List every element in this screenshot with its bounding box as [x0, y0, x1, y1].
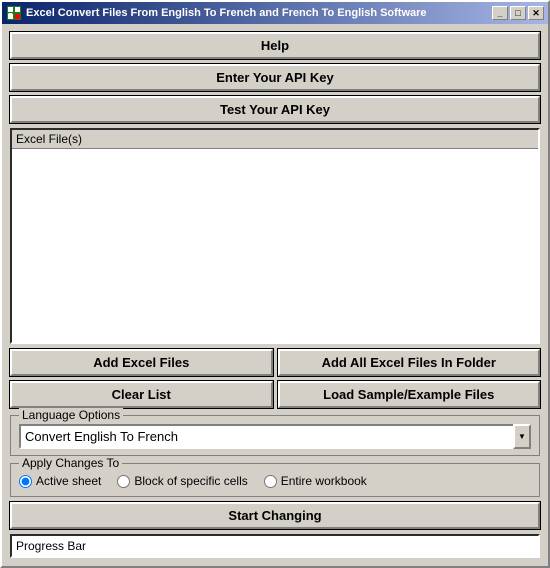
window-controls: _ □ ✕ — [492, 6, 544, 20]
entire-workbook-label: Entire workbook — [281, 474, 367, 488]
load-sample-button[interactable]: Load Sample/Example Files — [278, 381, 541, 408]
active-sheet-label: Active sheet — [36, 474, 101, 488]
file-list-header: Excel File(s) — [12, 130, 538, 149]
apply-changes-label: Apply Changes To — [19, 456, 122, 470]
clear-load-buttons-row: Clear List Load Sample/Example Files — [10, 381, 540, 408]
title-bar: E Excel Convert Files From English To Fr… — [2, 2, 548, 24]
file-list-container: Excel File(s) — [10, 128, 540, 344]
progress-bar-text: Progress Bar — [16, 539, 86, 553]
file-buttons-row: Add Excel Files Add All Excel Files In F… — [10, 349, 540, 376]
active-sheet-radio[interactable] — [19, 475, 32, 488]
entire-workbook-radio-label[interactable]: Entire workbook — [264, 474, 367, 488]
test-api-key-button[interactable]: Test Your API Key — [10, 96, 540, 123]
apply-changes-group: Apply Changes To Active sheet Block of s… — [10, 463, 540, 497]
title-text: Excel Convert Files From English To Fren… — [26, 7, 427, 19]
language-dropdown-container: Convert English To French Convert French… — [19, 424, 531, 449]
help-button[interactable]: Help — [10, 32, 540, 59]
apply-changes-radio-group: Active sheet Block of specific cells Ent… — [19, 472, 531, 490]
active-sheet-radio-label[interactable]: Active sheet — [19, 474, 101, 488]
language-dropdown[interactable]: Convert English To French Convert French… — [19, 424, 531, 449]
entire-workbook-radio[interactable] — [264, 475, 277, 488]
enter-api-key-button[interactable]: Enter Your API Key — [10, 64, 540, 91]
progress-bar: Progress Bar — [10, 534, 540, 558]
file-list-body — [12, 149, 538, 342]
main-window: E Excel Convert Files From English To Fr… — [0, 0, 550, 568]
svg-text:E: E — [8, 13, 13, 20]
close-button[interactable]: ✕ — [528, 6, 544, 20]
add-excel-files-button[interactable]: Add Excel Files — [10, 349, 273, 376]
minimize-button[interactable]: _ — [492, 6, 508, 20]
language-options-label: Language Options — [19, 408, 123, 422]
block-cells-label: Block of specific cells — [134, 474, 247, 488]
app-icon: E — [6, 5, 22, 21]
restore-button[interactable]: □ — [510, 6, 526, 20]
block-cells-radio[interactable] — [117, 475, 130, 488]
clear-list-button[interactable]: Clear List — [10, 381, 273, 408]
language-options-group: Language Options Convert English To Fren… — [10, 415, 540, 456]
window-content: Help Enter Your API Key Test Your API Ke… — [2, 24, 548, 566]
start-changing-button[interactable]: Start Changing — [10, 502, 540, 529]
add-all-excel-files-button[interactable]: Add All Excel Files In Folder — [278, 349, 541, 376]
block-cells-radio-label[interactable]: Block of specific cells — [117, 474, 247, 488]
